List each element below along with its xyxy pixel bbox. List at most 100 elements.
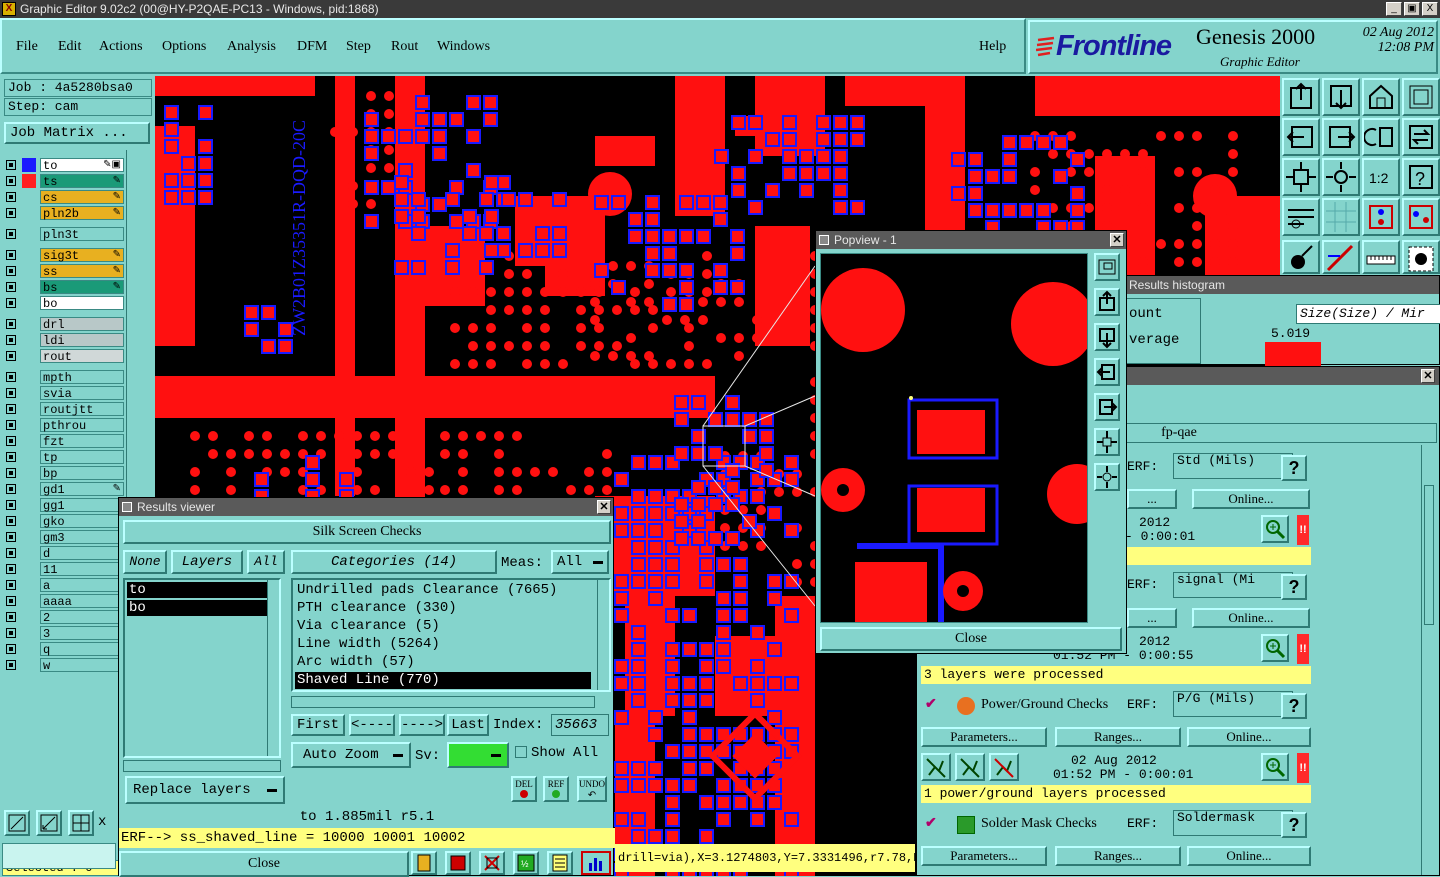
row3-erf-field[interactable]: P/G (Mils) [1173, 691, 1293, 717]
pin-tool-icon[interactable] [1282, 240, 1320, 274]
menu-file[interactable]: File [16, 39, 38, 55]
layer-visibility-checkbox[interactable] [6, 644, 16, 654]
layer-row-svia[interactable]: svia [4, 386, 124, 401]
layer-visibility-checkbox[interactable] [6, 176, 16, 186]
layer-visibility-checkbox[interactable] [6, 532, 16, 542]
row3-ranges-button[interactable]: Ranges... [1055, 727, 1181, 747]
row3-online-button[interactable]: Online... [1187, 727, 1311, 747]
row3-parameters-button[interactable]: Parameters... [921, 727, 1047, 747]
layers-scrollbar[interactable] [267, 580, 279, 756]
popview-close-icon[interactable]: ✕ [1110, 233, 1124, 247]
layer-name[interactable]: gm3 [40, 530, 124, 545]
layer-name[interactable]: sig3t ✎ [40, 248, 124, 263]
layer-name[interactable]: 3 [40, 626, 124, 641]
severity-color-dropdown[interactable] [447, 742, 509, 768]
layer-name[interactable]: gg1 [40, 498, 124, 513]
popview-pan-up-icon[interactable] [1094, 288, 1120, 316]
layer-visibility-checkbox[interactable] [6, 660, 16, 670]
layer-visibility-checkbox[interactable] [6, 580, 16, 590]
layer-row-tp[interactable]: tp [4, 450, 124, 465]
layer-name[interactable]: ss ✎ [40, 264, 124, 279]
category-list-item[interactable]: Line width (5264) [295, 636, 591, 653]
snap-settings-icon[interactable] [1282, 198, 1320, 236]
close-window-button[interactable]: X [1422, 2, 1438, 16]
help-query-icon[interactable]: ? [1402, 158, 1440, 196]
layer-color-swatch[interactable] [22, 174, 36, 188]
row4-parameters-button[interactable]: Parameters... [921, 846, 1047, 866]
zoom-out-icon[interactable] [1282, 158, 1320, 196]
highlight-icon[interactable] [445, 851, 471, 875]
layer-visibility-checkbox[interactable] [6, 628, 16, 638]
home-view-icon[interactable] [1362, 78, 1400, 116]
layer-name[interactable]: fzt [40, 434, 124, 449]
layer-row-ss[interactable]: ss ✎ [4, 264, 124, 279]
popview-close-button[interactable]: Close [820, 627, 1122, 651]
layer-name[interactable]: gd1 ✎ [40, 482, 124, 497]
popview-pan-down-icon[interactable] [1094, 323, 1120, 351]
row1-online-button[interactable]: Online... [1192, 489, 1310, 509]
pad-select-icon[interactable] [1402, 240, 1440, 274]
layer-row-ldi[interactable]: ldi [4, 333, 124, 348]
layer-name[interactable]: pln3t [40, 227, 124, 242]
categories-listbox[interactable]: Undrilled pads Clearance (7665) PTH clear… [291, 578, 611, 692]
layer-row-gg1[interactable]: gg1 [4, 498, 124, 513]
fit-view-icon[interactable] [1402, 78, 1440, 116]
measure-tool-icon[interactable] [36, 810, 62, 836]
row2-partial-button[interactable]: ... [1127, 608, 1177, 628]
layer-row-aaaa[interactable]: aaaa [4, 594, 124, 609]
pan-right-icon[interactable] [1322, 118, 1360, 156]
layer-row-rout[interactable]: rout [4, 349, 124, 364]
auto-zoom-dropdown[interactable]: Auto Zoom [291, 742, 411, 768]
layer-color-swatch[interactable] [22, 158, 36, 172]
pan-down-icon[interactable] [1322, 78, 1360, 116]
route-tool-icon[interactable] [1322, 240, 1360, 274]
category-list-item[interactable]: Via clearance (5) [295, 618, 591, 635]
histogram-icon[interactable] [581, 851, 611, 875]
scale-1-to-2-icon[interactable]: 1:2 [1362, 158, 1400, 196]
menu-rout[interactable]: Rout [391, 39, 418, 55]
zoom-in-icon[interactable] [1322, 158, 1360, 196]
menu-help[interactable]: Help [979, 39, 1006, 55]
checklist-scrollbar[interactable] [1421, 445, 1437, 875]
category-list-item[interactable]: PTH clearance (330) [295, 600, 591, 617]
layer-visibility-checkbox[interactable] [6, 192, 16, 202]
list-report-icon[interactable] [547, 851, 573, 875]
layer-row-pthrou[interactable]: pthrou [4, 418, 124, 433]
menu-actions[interactable]: Actions [99, 39, 143, 55]
layers-hscrollbar[interactable] [123, 760, 281, 772]
popview-canvas[interactable] [820, 253, 1088, 623]
row3-help-button[interactable]: ? [1281, 693, 1307, 719]
popview-pan-right-icon[interactable] [1094, 393, 1120, 421]
menu-options[interactable]: Options [162, 39, 206, 55]
menu-dfm[interactable]: DFM [297, 39, 327, 55]
layers-button[interactable]: Layers [171, 550, 243, 574]
layer-visibility-checkbox[interactable] [6, 596, 16, 606]
categories-scrollbar[interactable] [597, 580, 609, 690]
layer-list-item[interactable]: to [127, 582, 267, 598]
layer-visibility-checkbox[interactable] [6, 404, 16, 414]
layer-name[interactable]: to ✎▣ [40, 158, 124, 173]
row4-check-name[interactable]: Solder Mask Checks [981, 816, 1097, 832]
row1-zoom-icon[interactable] [1261, 515, 1289, 543]
split-view-icon[interactable]: ½ [513, 851, 539, 875]
row3-run-all-icon[interactable] [955, 753, 985, 781]
layer-name[interactable]: a [40, 578, 124, 593]
layer-name[interactable]: 2 [40, 610, 124, 625]
layer-row-routjtt[interactable]: routjtt [4, 402, 124, 417]
layer-row-w[interactable]: w [4, 658, 124, 673]
delete-result-button[interactable]: DEL [511, 776, 537, 802]
layer-visibility-checkbox[interactable] [6, 351, 16, 361]
minimize-button[interactable]: _ [1386, 2, 1402, 16]
layer-name[interactable]: routjtt [40, 402, 124, 417]
layer-visibility-checkbox[interactable] [6, 160, 16, 170]
menu-windows[interactable]: Windows [437, 39, 490, 55]
layer-row-gm3[interactable]: gm3 [4, 530, 124, 545]
layer-visibility-checkbox[interactable] [6, 420, 16, 430]
layer-name[interactable]: cs ✎ [40, 190, 124, 205]
layer-row-fzt[interactable]: fzt [4, 434, 124, 449]
clear-icon[interactable] [479, 851, 505, 875]
rotate-view-icon[interactable] [1362, 118, 1400, 156]
layer-visibility-checkbox[interactable] [6, 516, 16, 526]
layer-visibility-checkbox[interactable] [6, 335, 16, 345]
row3-zoom-icon[interactable] [1261, 753, 1289, 781]
